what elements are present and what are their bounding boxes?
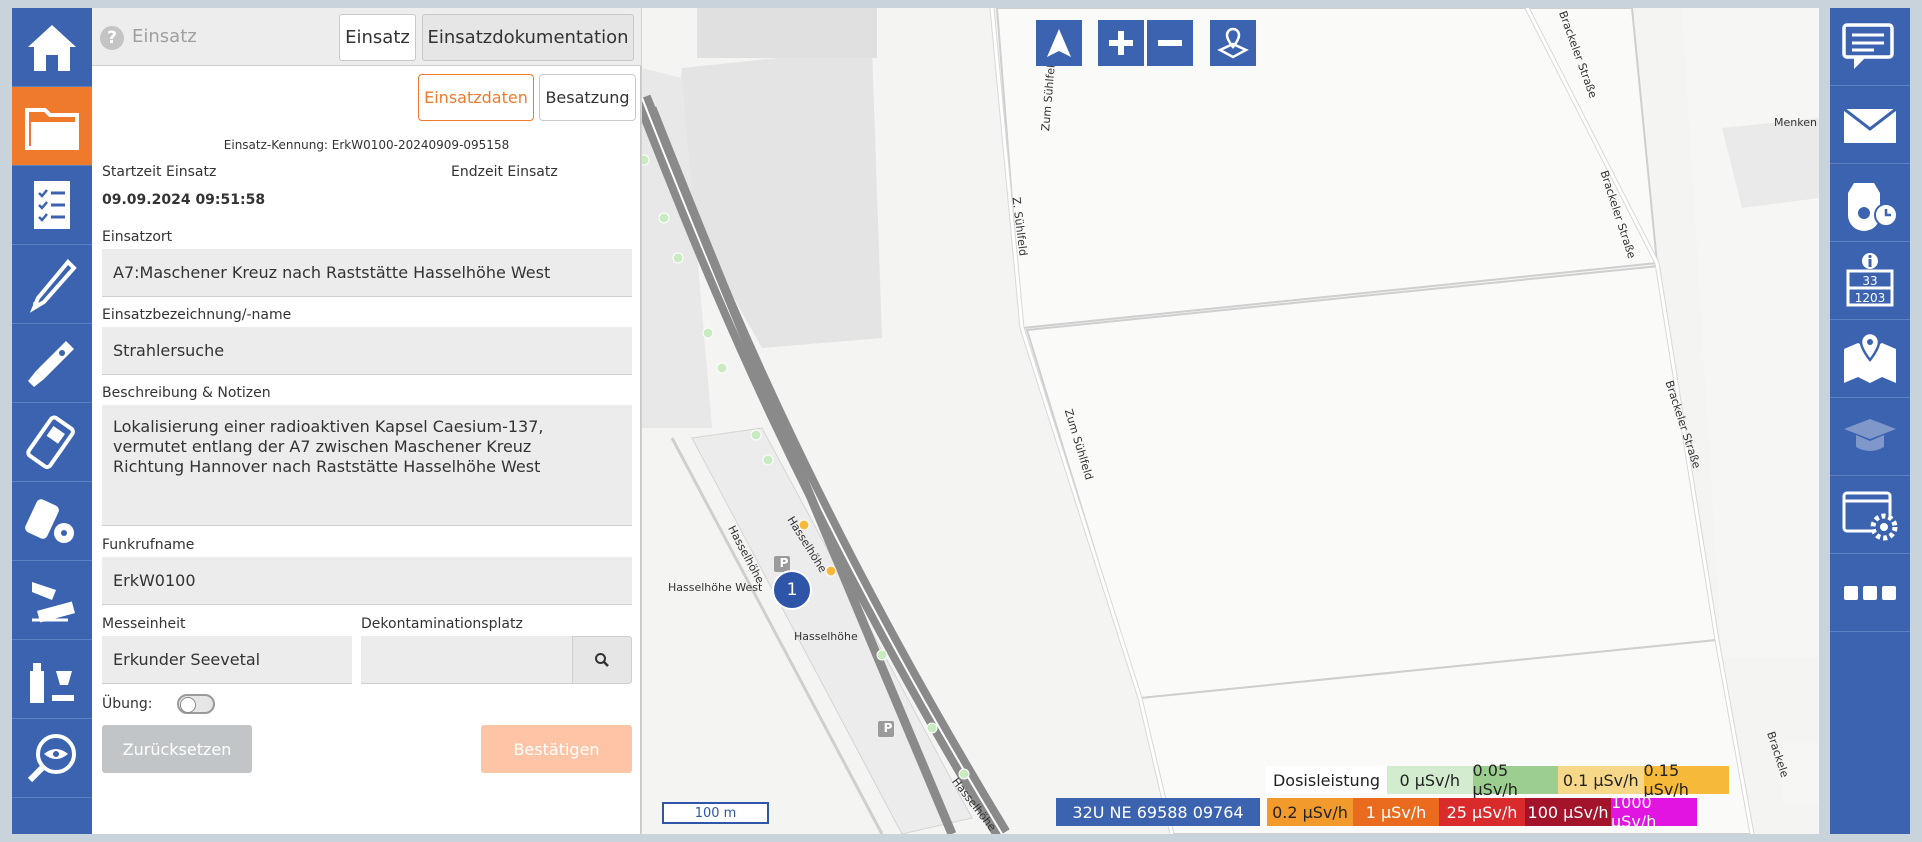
plus-icon xyxy=(1109,31,1133,55)
funkrufname-label: Funkrufname xyxy=(102,537,195,553)
location-map-icon xyxy=(1217,27,1249,59)
legend-level: 1000 µSv/h xyxy=(1611,793,1697,831)
legend-level: 0.15 µSv/h xyxy=(1643,761,1729,799)
subtab-einsatzdaten[interactable]: Einsatzdaten xyxy=(418,74,534,121)
nav-handheld[interactable] xyxy=(12,403,92,482)
endzeit-label: Endzeit Einsatz xyxy=(451,164,558,180)
nav-chemical-samples[interactable] xyxy=(12,640,92,719)
einsatz-panel: ? Einsatz Einsatz Einsatzdokumentation E… xyxy=(92,8,641,834)
panel-title: Einsatz xyxy=(132,26,197,47)
dosimeter-icon xyxy=(28,341,74,387)
home-icon xyxy=(28,25,76,71)
startzeit-value: 09.09.2024 09:51:58 xyxy=(102,192,266,208)
minus-icon xyxy=(1158,40,1182,46)
training-icon xyxy=(1844,418,1896,451)
funkrufname-input[interactable]: ErkW0100 xyxy=(102,557,632,605)
parking-label: P xyxy=(883,721,893,735)
zoom-out-button[interactable] xyxy=(1147,20,1193,66)
wind-sampler-icon xyxy=(32,582,75,623)
uebung-toggle[interactable] xyxy=(177,694,215,714)
legend-level: 25 µSv/h xyxy=(1439,798,1525,826)
confirm-button[interactable]: Bestätigen xyxy=(481,725,632,773)
nav-map[interactable] xyxy=(1830,320,1910,398)
beschreibung-label: Beschreibung & Notizen xyxy=(102,385,271,401)
legend-level: 0.2 µSv/h xyxy=(1267,798,1353,826)
compass-arrow-icon xyxy=(1047,29,1071,57)
legend-title: Dosisleistung xyxy=(1266,766,1387,794)
nav-home[interactable] xyxy=(12,8,92,87)
mail-icon xyxy=(1843,107,1897,143)
place-label: Menken xyxy=(1774,116,1817,129)
dekon-search-button[interactable] xyxy=(572,636,632,684)
bezeichnung-label: Einsatzbezeichnung/-name xyxy=(102,307,292,323)
legend-level: 0.1 µSv/h xyxy=(1558,766,1644,794)
map-pin-icon xyxy=(1844,331,1896,383)
tab-einsatzdokumentation[interactable]: Einsatzdokumentation xyxy=(422,14,634,61)
subtab-besatzung[interactable]: Besatzung xyxy=(539,74,636,121)
svg-text:33: 33 xyxy=(1862,274,1877,288)
nav-wind-sampler[interactable] xyxy=(12,561,92,640)
chemical-samples-icon xyxy=(30,663,74,703)
help-icon[interactable]: ? xyxy=(100,26,124,50)
dekon-input[interactable] xyxy=(361,636,573,684)
search-icon xyxy=(595,653,609,667)
nav-training[interactable] xyxy=(1830,398,1910,476)
nav-mail[interactable] xyxy=(1830,86,1910,164)
chat-icon xyxy=(1842,22,1894,69)
reset-button[interactable]: Zurücksetzen xyxy=(102,725,252,773)
legend-level: 0 µSv/h xyxy=(1387,766,1473,794)
nav-einsatz[interactable] xyxy=(12,87,92,166)
left-nav-bar xyxy=(12,8,92,834)
coordinates-display: 32U NE 69588 09764 xyxy=(1056,798,1260,826)
parking-label: P xyxy=(779,556,789,570)
checklist-icon xyxy=(34,181,70,229)
radiation-meter-icon xyxy=(25,499,74,543)
einsatzort-input[interactable]: A7:Maschener Kreuz nach Raststätte Hasse… xyxy=(102,249,632,297)
handheld-device-icon xyxy=(26,415,75,469)
nav-chat[interactable] xyxy=(1830,8,1910,86)
nav-radiation-meter[interactable] xyxy=(12,482,92,561)
beschreibung-textarea[interactable]: Lokalisierung einer radioaktiven Kapsel … xyxy=(102,405,632,526)
nav-surveillance[interactable] xyxy=(12,719,92,798)
settings-window-icon xyxy=(1842,491,1898,540)
surveillance-icon xyxy=(27,734,76,783)
panel-header: ? Einsatz Einsatz Einsatzdokumentation xyxy=(92,8,641,66)
einsatzort-label: Einsatzort xyxy=(102,229,173,245)
legend-level: 0.05 µSv/h xyxy=(1472,761,1558,799)
messeinheit-label: Messeinheit xyxy=(102,616,186,632)
zoom-in-button[interactable] xyxy=(1098,20,1144,66)
place-label: Hasselhöhe West xyxy=(668,581,763,594)
nav-more[interactable] xyxy=(1830,554,1910,632)
nav-settings[interactable] xyxy=(1830,476,1910,554)
svg-text:1203: 1203 xyxy=(1855,291,1886,305)
uebung-label: Übung: xyxy=(102,696,153,712)
nav-dosimeter[interactable] xyxy=(12,324,92,403)
map-view[interactable]: Zum Sühlfeld Z. Sühlfeld Zum Sühlfeld Br… xyxy=(642,8,1819,834)
map-base xyxy=(642,8,1819,834)
breathing-mask-timer-icon xyxy=(1848,182,1898,231)
dekon-label: Dekontaminationsplatz xyxy=(361,616,523,632)
nav-un-info[interactable]: 33 1203 xyxy=(1830,242,1910,320)
un-number-info-icon: 33 1203 xyxy=(1846,252,1894,306)
bezeichnung-input[interactable]: Strahlersuche xyxy=(102,327,632,375)
messeinheit-input[interactable]: Erkunder Seevetal xyxy=(102,636,352,684)
locate-button[interactable] xyxy=(1210,20,1256,66)
legend-level: 100 µSv/h xyxy=(1525,798,1611,826)
more-icon xyxy=(1844,585,1896,600)
scale-bar: 100 m xyxy=(662,802,769,824)
nav-breathing-timer[interactable] xyxy=(1830,164,1910,242)
startzeit-label: Startzeit Einsatz xyxy=(102,164,217,180)
dose-legend: Dosisleistung 0 µSv/h 0.05 µSv/h 0.1 µSv/h… xyxy=(1266,761,1818,831)
folder-icon xyxy=(25,108,79,150)
right-nav-bar: 33 1203 xyxy=(1830,8,1910,834)
probe-icon xyxy=(29,259,77,313)
nav-probe[interactable] xyxy=(12,245,92,324)
nav-checklist[interactable] xyxy=(12,166,92,245)
tab-einsatz[interactable]: Einsatz xyxy=(339,14,416,61)
north-button[interactable] xyxy=(1036,20,1082,66)
legend-level: 1 µSv/h xyxy=(1353,798,1439,826)
einsatz-kennung: Einsatz-Kennung: ErkW0100-20240909-09515… xyxy=(223,138,510,152)
einsatz-marker[interactable]: 1 xyxy=(772,570,812,610)
street-label: Hasselhöhe xyxy=(794,630,858,643)
